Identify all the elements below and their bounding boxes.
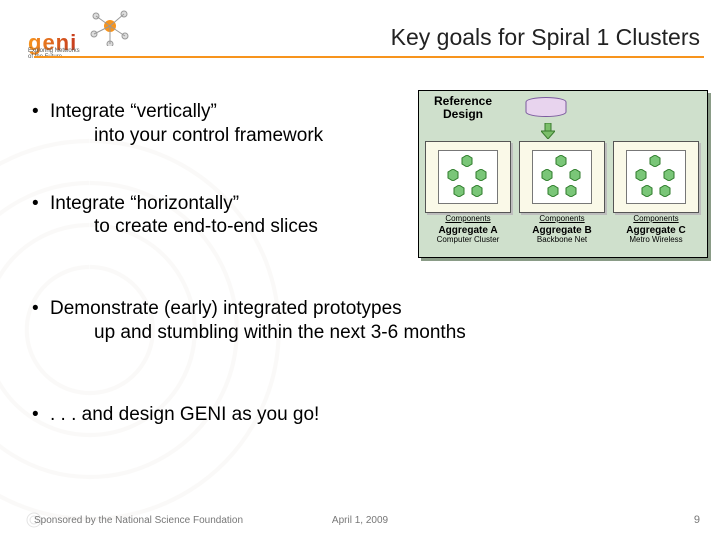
aggregate-box: Components Aggregate C Metro Wireless — [613, 141, 699, 249]
bullet-item: • Demonstrate (early) integrated prototy… — [32, 297, 687, 345]
logo-tagline: Exploring Networks of the Future — [28, 48, 80, 61]
components-label: Components — [613, 214, 699, 223]
bullet-dot-icon: • — [32, 192, 50, 216]
slide-title: Key goals for Spiral 1 Clusters — [391, 24, 700, 51]
slide: geni Exploring Networks of the Future Ke… — [0, 0, 720, 540]
bullet-main: Integrate “horizontally” — [50, 193, 239, 214]
node-hex-icon — [635, 169, 647, 181]
node-hex-icon — [659, 185, 671, 197]
footer-page: 9 — [694, 514, 700, 526]
geni-logo: geni Exploring Networks of the Future — [28, 8, 138, 58]
node-hex-icon — [565, 185, 577, 197]
aggregate-inner — [532, 150, 592, 204]
aggregate-outer — [613, 141, 699, 213]
node-hex-icon — [649, 155, 661, 167]
aggregate-box: Components Aggregate A Computer Cluster — [425, 141, 511, 249]
bullet-main: Demonstrate (early) integrated prototype… — [50, 298, 402, 319]
node-hex-icon — [569, 169, 581, 181]
node-hex-icon — [475, 169, 487, 181]
down-arrow-icon — [541, 123, 555, 139]
node-hex-icon — [641, 185, 653, 197]
node-hex-icon — [663, 169, 675, 181]
components-label: Components — [425, 214, 511, 223]
aggregate-box: Components Aggregate B Backbone Net — [519, 141, 605, 249]
aggregate-inner — [438, 150, 498, 204]
aggregate-sub: Metro Wireless — [613, 236, 699, 244]
components-label: Components — [519, 214, 605, 223]
bullet-dot-icon: • — [32, 403, 50, 427]
title-underline — [34, 56, 704, 58]
bullet-item: • . . . and design GENI as you go! — [32, 403, 687, 427]
bullet-main: Integrate “vertically” — [50, 101, 217, 122]
bullet-dot-icon: • — [32, 297, 50, 321]
aggregate-outer — [519, 141, 605, 213]
bullet-sub: up and stumbling within the next 3-6 mon… — [50, 321, 687, 345]
bullet-dot-icon: • — [32, 100, 50, 124]
aggregate-outer — [425, 141, 511, 213]
reference-design-diagram: Reference Design Components Aggregate A … — [418, 90, 708, 258]
node-hex-icon — [461, 155, 473, 167]
bullet-main: . . . and design GENI as you go! — [50, 404, 319, 425]
diagram-title: Reference Design — [425, 95, 501, 121]
aggregate-sub: Backbone Net — [519, 236, 605, 244]
aggregate-sub: Computer Cluster — [425, 236, 511, 244]
node-hex-icon — [453, 185, 465, 197]
node-hex-icon — [471, 185, 483, 197]
database-icon — [524, 97, 568, 119]
aggregate-inner — [626, 150, 686, 204]
footer-date: April 1, 2009 — [0, 515, 720, 526]
node-hex-icon — [541, 169, 553, 181]
node-hex-icon — [447, 169, 459, 181]
logo-burst-icon — [90, 6, 130, 46]
node-hex-icon — [555, 155, 567, 167]
node-hex-icon — [547, 185, 559, 197]
